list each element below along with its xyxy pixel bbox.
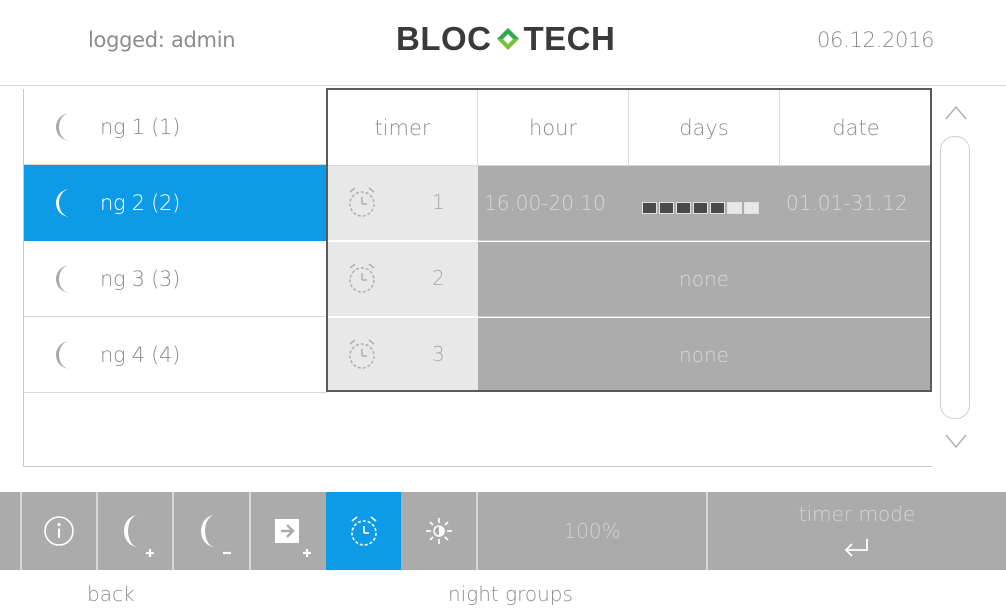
brightness-icon xyxy=(425,518,452,544)
enter-icon xyxy=(844,539,868,557)
day-fri xyxy=(710,202,725,214)
timer-days-indicator xyxy=(642,202,759,214)
moon-icon xyxy=(56,112,70,141)
brand-logo-right: TECH xyxy=(523,20,616,57)
logged-user-label: logged: admin xyxy=(88,28,236,52)
table-empty-area xyxy=(327,392,932,467)
day-sun xyxy=(744,202,759,214)
brightness-button[interactable] xyxy=(401,492,476,570)
column-header-timer: timer xyxy=(328,90,478,166)
night-group-label: ng 1 (1) xyxy=(100,114,180,139)
alarm-clock-icon xyxy=(349,263,375,293)
add-assignment-icon xyxy=(274,519,311,557)
scrollbar[interactable] xyxy=(932,88,982,467)
timer-hour: 16.00-20.10 xyxy=(484,191,606,215)
night-group-item-4[interactable]: ng 4 (4) xyxy=(24,317,327,393)
timer-row-2[interactable]: 2 none xyxy=(328,242,930,317)
add-assignment-button[interactable] xyxy=(251,492,326,570)
night-group-label: ng 3 (3) xyxy=(100,266,180,291)
timer-details: none xyxy=(478,242,930,317)
day-mon xyxy=(642,202,657,214)
toolbar: 100% timer mode xyxy=(0,492,1006,570)
timer-mode-label: timer mode xyxy=(798,502,916,526)
add-night-group-button[interactable] xyxy=(98,492,172,570)
timer-details: 16.00-20.10 01.01-31.12 xyxy=(478,166,930,241)
timer-none-label: none xyxy=(679,343,729,367)
timer-number: 2 xyxy=(432,266,445,290)
current-date: 06.12.2016 xyxy=(817,28,935,52)
timers-table: timer hour days date 1 16.00-20.10 01.01… xyxy=(326,88,932,392)
brightness-value: 100% xyxy=(563,519,621,543)
timer-mode-button[interactable]: timer mode xyxy=(708,492,1006,570)
day-tue xyxy=(659,202,674,214)
screen-title: night groups xyxy=(448,582,573,606)
footer: back night groups xyxy=(0,570,1006,611)
moon-icon xyxy=(56,264,70,293)
alarm-clock-icon xyxy=(349,339,375,369)
night-group-label: ng 2 (2) xyxy=(100,190,180,215)
moon-icon xyxy=(56,340,70,369)
header-bar: logged: admin BLOC TECH 06.12.2016 xyxy=(0,0,1006,86)
night-group-item-1[interactable]: ng 1 (1) xyxy=(24,89,327,165)
back-button[interactable]: back xyxy=(87,582,135,606)
moon-icon xyxy=(56,188,70,217)
add-night-group-icon xyxy=(124,515,154,557)
timer-date: 01.01-31.12 xyxy=(786,191,908,215)
night-group-label: ng 4 (4) xyxy=(100,342,180,367)
chevron-down-icon[interactable] xyxy=(944,428,968,452)
column-header-date: date xyxy=(780,90,930,166)
night-group-item-2[interactable]: ng 2 (2) xyxy=(24,165,327,241)
brand-diamond-icon xyxy=(496,28,519,50)
remove-night-group-button[interactable] xyxy=(174,492,249,570)
timer-cell: 3 xyxy=(328,318,478,390)
info-icon xyxy=(44,516,74,546)
brand-logo-left: BLOC xyxy=(396,20,492,57)
day-sat xyxy=(727,202,742,214)
chevron-up-icon[interactable] xyxy=(944,102,968,126)
brand-logo: BLOC TECH xyxy=(396,20,615,58)
timer-number: 3 xyxy=(432,342,445,366)
night-group-item-3[interactable]: ng 3 (3) xyxy=(24,241,327,317)
day-wed xyxy=(676,202,691,214)
alarm-clock-icon xyxy=(349,187,375,217)
remove-night-group-icon xyxy=(200,515,231,555)
timer-cell: 1 xyxy=(328,166,478,241)
timer-row-3[interactable]: 3 none xyxy=(328,318,930,390)
timer-button[interactable] xyxy=(326,492,401,570)
info-button[interactable] xyxy=(22,492,96,570)
timer-icon xyxy=(350,516,377,546)
day-thu xyxy=(693,202,708,214)
scrollbar-track[interactable] xyxy=(940,136,970,419)
timer-number: 1 xyxy=(432,190,445,214)
timer-row-1[interactable]: 1 16.00-20.10 01.01-31.12 xyxy=(328,166,930,241)
timer-cell: 2 xyxy=(328,242,478,317)
timer-none-label: none xyxy=(679,267,729,291)
night-groups-list: ng 1 (1) ng 2 (2) ng 3 (3) ng 4 (4) xyxy=(23,89,327,467)
timer-details: none xyxy=(478,318,930,390)
column-header-hour: hour xyxy=(478,90,629,166)
column-header-days: days xyxy=(629,90,780,166)
